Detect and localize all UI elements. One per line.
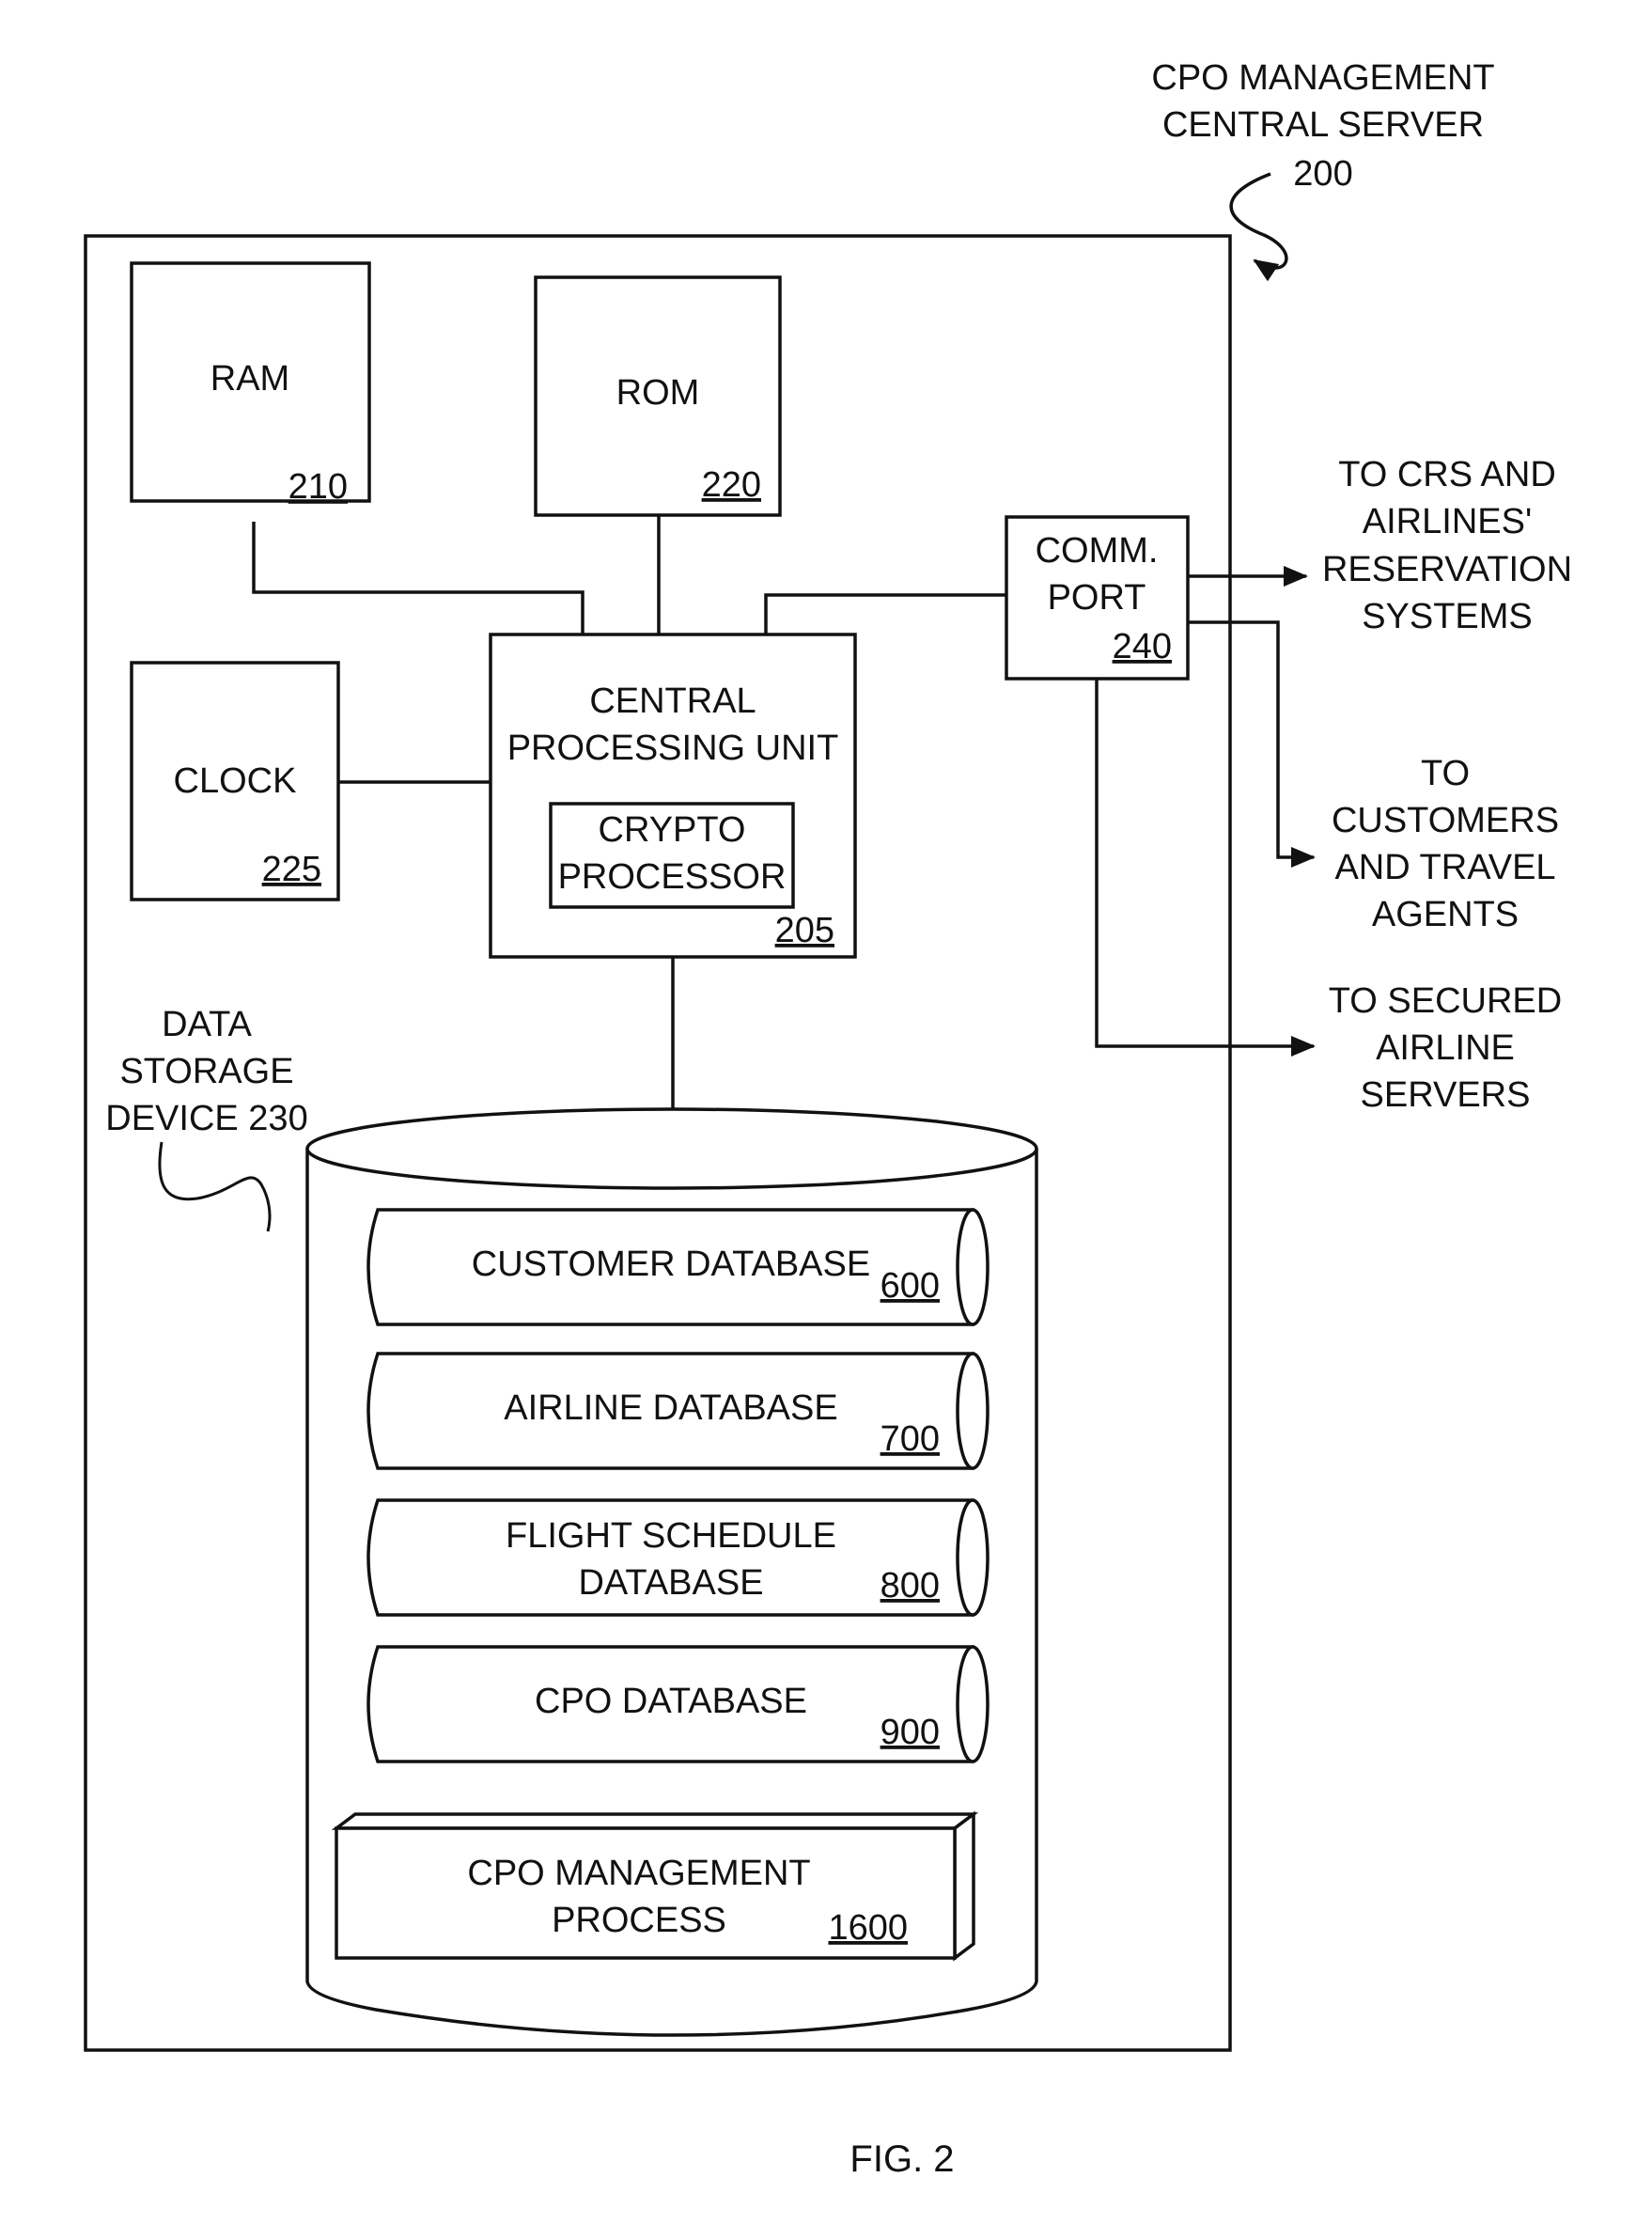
rom-ref: 220 [702,465,761,505]
process-label-line2: PROCESS [552,1901,726,1940]
server-title-line1: CPO MANAGEMENT [1151,58,1494,98]
database-drum: AIRLINE DATABASE 700 [366,1352,990,1470]
svg-text:RESERVATION: RESERVATION [1322,550,1572,589]
database-drum-end [956,1208,990,1326]
ram-label: RAM [210,359,289,399]
comm-port-block: COMM. PORT 240 [1005,515,1190,681]
svg-text:AND TRAVEL: AND TRAVEL [1334,848,1555,887]
svg-text:SYSTEMS: SYSTEMS [1362,597,1533,636]
output-label-crs: TO CRS AND AIRLINES' RESERVATION SYSTEMS [1322,455,1572,636]
clock-ref: 225 [262,850,321,889]
process-label-line1: CPO MANAGEMENT [467,1854,810,1893]
database-label: FLIGHT SCHEDULE [506,1516,836,1556]
svg-text:SERVERS: SERVERS [1361,1075,1531,1115]
comm-port-label-line1: COMM. [1036,531,1159,571]
database-label: CPO DATABASE [535,1682,807,1721]
svg-text:TO CRS AND: TO CRS AND [1338,455,1556,494]
comm-port-label-line2: PORT [1048,578,1146,618]
crypto-label-line1: CRYPTO [599,810,746,850]
svg-text:AIRLINES': AIRLINES' [1363,502,1532,541]
svg-text:CUSTOMERS: CUSTOMERS [1332,801,1559,840]
comm-port-ref: 240 [1113,627,1172,666]
database-ref: 600 [881,1266,940,1306]
database-drum-end [956,1352,990,1470]
rom-label: ROM [616,373,700,413]
clock-block: CLOCK 225 [130,661,340,901]
output-label-secured-servers: TO SECURED AIRLINE SERVERS [1329,981,1562,1115]
database-ref: 900 [881,1713,940,1752]
ram-block: RAM 210 [130,261,371,507]
cpo-management-process-block: CPO MANAGEMENT PROCESS 1600 [331,1810,979,1962]
ram-ref: 210 [288,467,348,507]
output-label-customers: TO CUSTOMERS AND TRAVEL AGENTS [1332,754,1559,934]
svg-text:TO: TO [1421,754,1470,793]
database-label-line2: DATABASE [578,1563,763,1603]
clock-label: CLOCK [174,761,297,801]
server-ref: 200 [1293,154,1352,194]
svg-text:DATA: DATA [162,1005,252,1044]
database-label: CUSTOMER DATABASE [472,1245,870,1284]
server-title-line2: CENTRAL SERVER [1162,105,1484,145]
system-diagram: CPO MANAGEMENT CENTRAL SERVER 200 RAM 21… [84,58,1572,2180]
crypto-label-line2: PROCESSOR [558,857,787,897]
svg-text:AGENTS: AGENTS [1372,895,1519,934]
cpu-ref: 205 [775,911,834,950]
cpu-label-line1: CENTRAL [589,681,756,721]
database-ref: 800 [881,1566,940,1605]
svg-text:TO SECURED: TO SECURED [1329,981,1562,1021]
server-title: CPO MANAGEMENT CENTRAL SERVER 200 [1151,58,1494,194]
process-ref: 1600 [828,1908,908,1948]
cpu-label-line2: PROCESSING UNIT [507,728,839,768]
database-ref: 700 [881,1419,940,1459]
database-drum-end [956,1498,990,1617]
cpu-block: CENTRAL PROCESSING UNIT CRYPTO PROCESSOR… [489,633,857,959]
svg-text:STORAGE: STORAGE [119,1052,293,1091]
server-pointer-arrow [1229,172,1288,282]
database-drum: FLIGHT SCHEDULE DATABASE 800 [366,1498,990,1617]
rom-block: ROM 220 [534,275,782,517]
database-drum-end [956,1645,990,1763]
database-label: AIRLINE DATABASE [504,1388,837,1428]
database-drum: CPO DATABASE 900 [366,1645,990,1763]
svg-text:DEVICE 230: DEVICE 230 [105,1099,307,1138]
database-drum: CUSTOMER DATABASE 600 [366,1208,990,1326]
svg-text:AIRLINE: AIRLINE [1376,1028,1515,1068]
figure-label: FIG. 2 [849,2138,954,2180]
